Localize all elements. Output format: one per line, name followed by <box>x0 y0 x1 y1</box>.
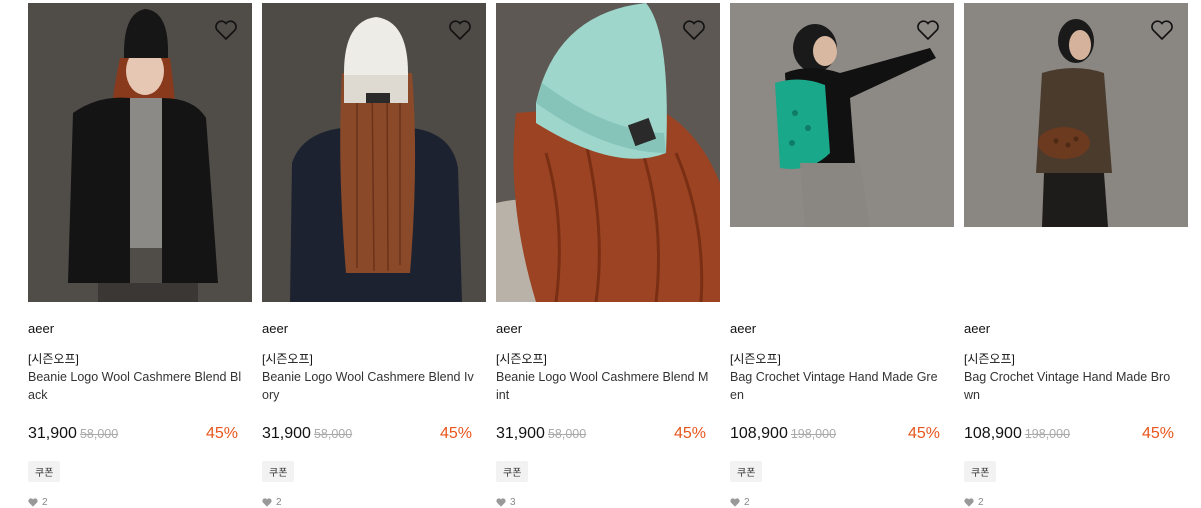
model-photo <box>496 3 720 302</box>
product-card[interactable]: aeer [시즌오프] Beanie Logo Wool Cashmere Bl… <box>496 3 720 508</box>
coupon-badge[interactable]: 쿠폰 <box>964 461 997 482</box>
original-price: 58,000 <box>313 427 353 441</box>
product-image[interactable] <box>262 3 486 302</box>
heart-filled-icon <box>496 498 506 507</box>
product-image[interactable] <box>964 3 1188 227</box>
price-row: 31,900 58,000 45% <box>28 425 238 447</box>
model-photo <box>262 3 486 302</box>
discount-rate: 45% <box>1141 425 1174 442</box>
like-count-value: 3 <box>510 497 516 508</box>
like-count: 2 <box>730 497 750 508</box>
heart-filled-icon <box>964 498 974 507</box>
model-photo <box>28 3 252 302</box>
discount-rate: 45% <box>673 425 706 442</box>
brand-name[interactable]: aeer <box>730 321 756 336</box>
like-count-value: 2 <box>744 497 750 508</box>
original-price: 58,000 <box>547 427 587 441</box>
original-price: 58,000 <box>79 427 119 441</box>
heart-filled-icon <box>262 498 272 507</box>
coupon-badge[interactable]: 쿠폰 <box>496 461 529 482</box>
heart-icon[interactable] <box>448 19 472 41</box>
like-count: 3 <box>496 497 516 508</box>
product-card[interactable]: aeer [시즌오프] Bag Crochet Vintage Hand Mad… <box>964 3 1188 508</box>
product-image[interactable] <box>730 3 954 227</box>
like-count-value: 2 <box>978 497 984 508</box>
heart-filled-icon <box>730 498 740 507</box>
product-name[interactable]: Beanie Logo Wool Cashmere Blend Ivory <box>262 368 476 404</box>
price-row: 31,900 58,000 45% <box>262 425 472 447</box>
product-card[interactable]: aeer [시즌오프] Beanie Logo Wool Cashmere Bl… <box>262 3 486 508</box>
like-count: 2 <box>964 497 984 508</box>
coupon-badge[interactable]: 쿠폰 <box>262 461 295 482</box>
product-card[interactable]: aeer [시즌오프] Beanie Logo Wool Cashmere Bl… <box>28 3 252 508</box>
product-image[interactable] <box>28 3 252 302</box>
sale-price: 31,900 58,000 <box>496 425 587 442</box>
heart-icon[interactable] <box>682 19 706 41</box>
product-name[interactable]: Beanie Logo Wool Cashmere Blend Mint <box>496 368 710 404</box>
sale-price: 108,900 198,000 <box>964 425 1071 442</box>
like-count: 2 <box>262 497 282 508</box>
season-tag: [시즌오프] <box>28 352 79 366</box>
like-count-value: 2 <box>276 497 282 508</box>
product-name[interactable]: Bag Crochet Vintage Hand Made Brown <box>964 368 1178 404</box>
product-image[interactable] <box>496 3 720 302</box>
coupon-badge[interactable]: 쿠폰 <box>730 461 763 482</box>
heart-filled-icon <box>28 498 38 507</box>
product-card[interactable]: aeer [시즌오프] Bag Crochet Vintage Hand Mad… <box>730 3 954 508</box>
heart-icon[interactable] <box>1150 19 1174 41</box>
brand-name[interactable]: aeer <box>496 321 522 336</box>
original-price: 198,000 <box>790 427 837 441</box>
discount-rate: 45% <box>205 425 238 442</box>
original-price: 198,000 <box>1024 427 1071 441</box>
brand-name[interactable]: aeer <box>262 321 288 336</box>
price-row: 108,900 198,000 45% <box>964 425 1174 447</box>
sale-price: 31,900 58,000 <box>262 425 353 442</box>
coupon-badge[interactable]: 쿠폰 <box>28 461 61 482</box>
like-count: 2 <box>28 497 48 508</box>
season-tag: [시즌오프] <box>496 352 547 366</box>
sale-price: 31,900 58,000 <box>28 425 119 442</box>
season-tag: [시즌오프] <box>964 352 1015 366</box>
heart-icon[interactable] <box>916 19 940 41</box>
brand-name[interactable]: aeer <box>964 321 990 336</box>
like-count-value: 2 <box>42 497 48 508</box>
product-name[interactable]: Beanie Logo Wool Cashmere Blend Black <box>28 368 242 404</box>
price-row: 108,900 198,000 45% <box>730 425 940 447</box>
season-tag: [시즌오프] <box>262 352 313 366</box>
product-name[interactable]: Bag Crochet Vintage Hand Made Green <box>730 368 944 404</box>
discount-rate: 45% <box>907 425 940 442</box>
heart-icon[interactable] <box>214 19 238 41</box>
product-grid: aeer [시즌오프] Beanie Logo Wool Cashmere Bl… <box>0 0 1201 508</box>
season-tag: [시즌오프] <box>730 352 781 366</box>
price-row: 31,900 58,000 45% <box>496 425 706 447</box>
discount-rate: 45% <box>439 425 472 442</box>
brand-name[interactable]: aeer <box>28 321 54 336</box>
sale-price: 108,900 198,000 <box>730 425 837 442</box>
